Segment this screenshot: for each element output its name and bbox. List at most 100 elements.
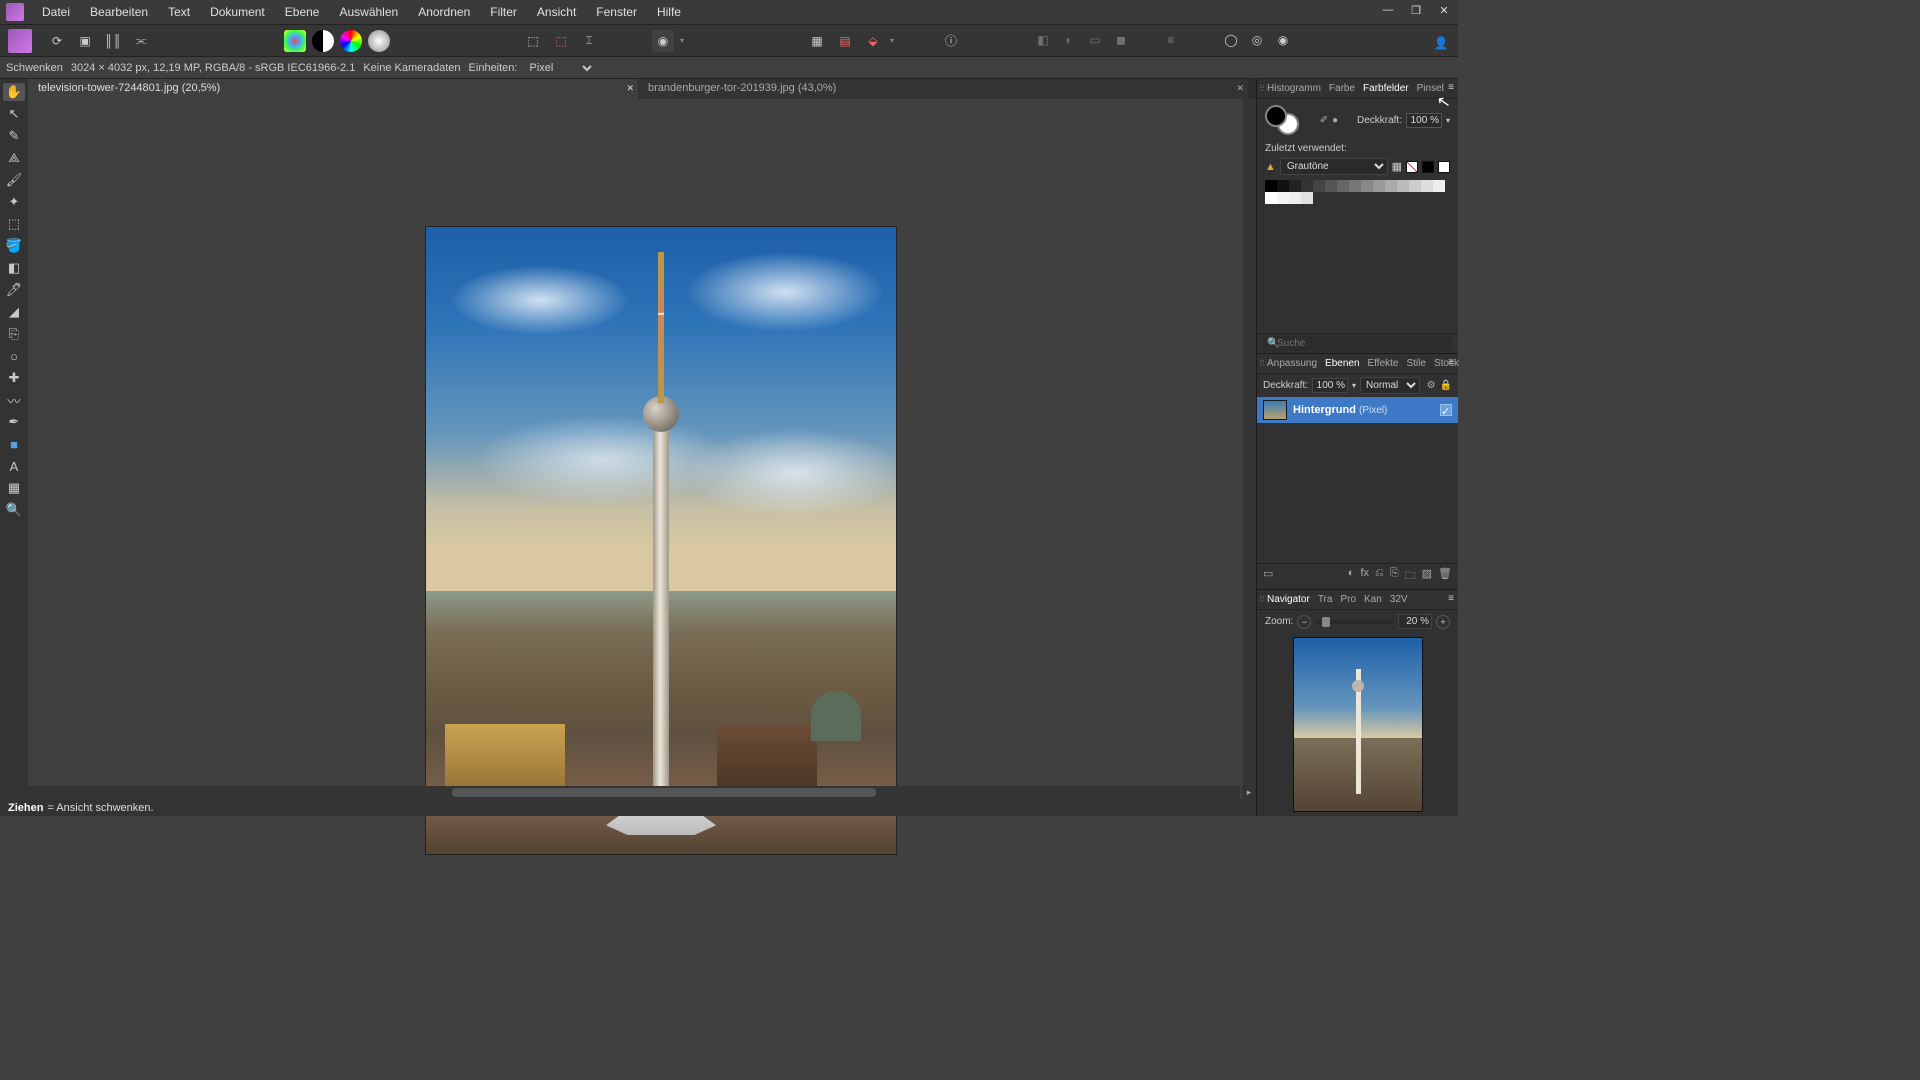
gear-icon[interactable]: ⚙ (1427, 380, 1436, 391)
persona-tone-icon[interactable]: ◼ (1110, 29, 1132, 51)
close-icon[interactable]: ✕ (626, 83, 634, 94)
tab-protocol[interactable]: Pro (1340, 594, 1356, 605)
layer-opacity-input[interactable] (1312, 378, 1348, 393)
zoom-out-button[interactable]: − (1297, 615, 1311, 629)
tab-styles[interactable]: Stile (1406, 358, 1425, 369)
close-icon[interactable]: ✕ (1236, 83, 1244, 94)
swatch[interactable] (1361, 180, 1373, 192)
info-icon[interactable]: ⓘ (940, 30, 962, 52)
menu-datei[interactable]: Datei (32, 1, 80, 23)
chevron-down-icon[interactable]: ▾ (1446, 116, 1450, 125)
panel-menu-icon[interactable]: ≡ (1448, 357, 1454, 368)
dodge-icon[interactable]: ○ (3, 347, 25, 365)
blend-mode-select[interactable]: Normal (1360, 377, 1420, 394)
search-input[interactable] (1263, 336, 1452, 351)
healing-icon[interactable]: ✚ (3, 369, 25, 387)
tab-histogram[interactable]: Histogramm (1267, 83, 1321, 94)
grid-icon[interactable]: ▦ (806, 30, 828, 52)
colorpicker-icon[interactable]: ✎ (3, 127, 25, 145)
brush-icon[interactable]: 🖊 (3, 281, 25, 299)
swatch[interactable] (1397, 180, 1409, 192)
cursor-text-icon[interactable]: ⌶ (578, 30, 600, 52)
swatch[interactable] (1337, 180, 1349, 192)
scrollbar-horizontal[interactable] (28, 786, 1240, 799)
none-swatch[interactable] (1406, 161, 1418, 173)
pen-tool-icon[interactable]: ✒ (3, 413, 25, 431)
marquee-tool-icon[interactable]: ⬚ (3, 215, 25, 233)
persona-icon[interactable] (8, 29, 32, 53)
eyedropper-icon[interactable]: ✐ (1320, 115, 1328, 126)
align-icon[interactable]: ≡ (1160, 29, 1182, 51)
layer-mask-icon[interactable]: ▭ (1263, 567, 1273, 586)
marquee-icon[interactable]: ⬚ (522, 30, 544, 52)
menu-auswählen[interactable]: Auswählen (329, 1, 408, 23)
units-select[interactable]: Pixel (525, 61, 595, 75)
panel-menu-icon[interactable]: ≡ (1448, 593, 1454, 604)
eraser-icon[interactable]: ◢ (3, 303, 25, 321)
zoom-tool-icon[interactable]: 🔍 (3, 501, 25, 519)
layer-crop-icon[interactable]: ⎌ (1375, 567, 1384, 586)
waveform-icon[interactable]: ║║ (102, 30, 124, 52)
grid-icon[interactable]: ▦ (1392, 160, 1402, 173)
window-maximize[interactable]: ❐ (1402, 0, 1430, 20)
menu-ansicht[interactable]: Ansicht (527, 1, 586, 23)
layer-visible-checkbox[interactable]: ✓ (1440, 404, 1452, 416)
swatch[interactable] (1313, 180, 1325, 192)
scroll-right-icon[interactable]: ▸ (1242, 786, 1256, 799)
tab-adjustment[interactable]: Anpassung (1267, 358, 1317, 369)
dot-icon[interactable]: ● (1332, 115, 1338, 126)
fg-bg-color[interactable] (1265, 105, 1301, 135)
grid-red-icon[interactable]: ▤ (834, 30, 856, 52)
menu-bearbeiten[interactable]: Bearbeiten (80, 1, 158, 23)
layer-delete-icon[interactable]: 🗑 (1438, 567, 1452, 586)
scrollbar-vertical[interactable] (1243, 99, 1256, 786)
cube-icon[interactable]: ▣ (74, 30, 96, 52)
clone-icon[interactable]: ⎘ (3, 325, 25, 343)
persona-liquify-icon[interactable]: ◐ (1058, 29, 1080, 51)
mesh-icon[interactable]: ▦ (3, 479, 25, 497)
swatch[interactable] (1301, 192, 1313, 204)
circle3-icon[interactable]: ◉ (1272, 29, 1294, 51)
tab-32v[interactable]: 32V (1390, 594, 1408, 605)
layer-link-icon[interactable]: ⎘ (1390, 567, 1399, 586)
layer-folder-icon[interactable]: 🗀 (1405, 567, 1416, 586)
persona-crop-icon[interactable]: ◧ (1032, 29, 1054, 51)
document-tab[interactable]: television-tower-7244801.jpg (20,5%) ✕ (28, 79, 638, 99)
selection-brush-icon[interactable]: 🖌 (3, 171, 25, 189)
palette-select[interactable]: Grautöne (1280, 158, 1388, 175)
swatch[interactable] (1277, 192, 1289, 204)
circle2-icon[interactable]: ◎ (1246, 29, 1268, 51)
menu-dokument[interactable]: Dokument (200, 1, 275, 23)
chevron-down-icon[interactable]: ▾ (1352, 381, 1356, 390)
layer-row[interactable]: Hintergrund (Pixel) ✓ (1257, 397, 1458, 423)
menu-hilfe[interactable]: Hilfe (647, 1, 691, 23)
swatch[interactable] (1349, 180, 1361, 192)
share-icon[interactable]: ⫘ (130, 30, 152, 52)
marquee-x-icon[interactable]: ⬚ (550, 30, 572, 52)
bucket-icon[interactable]: 🪣 (3, 237, 25, 255)
swatch[interactable] (1433, 180, 1445, 192)
hand-tool-icon[interactable]: ✋ (3, 83, 25, 101)
flood-select-icon[interactable]: ✦ (3, 193, 25, 211)
shape-tool-icon[interactable]: ■ (3, 435, 25, 453)
move-tool-icon[interactable]: ↖ (3, 105, 25, 123)
crop-tool-icon[interactable]: ⟁ (3, 149, 25, 167)
grip-icon[interactable]: ⠿ (1259, 595, 1265, 604)
quickmask-icon[interactable]: ◉ (652, 30, 674, 52)
window-minimize[interactable]: — (1374, 0, 1402, 20)
sphere-icon[interactable] (368, 30, 390, 52)
swatch[interactable] (1325, 180, 1337, 192)
layer-add-icon[interactable]: ▧ (1422, 567, 1432, 586)
color-wheel-icon[interactable] (284, 30, 306, 52)
tab-swatches[interactable]: Farbfelder (1363, 83, 1409, 94)
menu-fenster[interactable]: Fenster (586, 1, 647, 23)
swatch[interactable] (1265, 192, 1277, 204)
tab-effects[interactable]: Effekte (1368, 358, 1399, 369)
swatch[interactable] (1289, 192, 1301, 204)
opacity-input[interactable] (1406, 113, 1442, 128)
menu-anordnen[interactable]: Anordnen (408, 1, 480, 23)
gradient-icon[interactable]: ◧ (3, 259, 25, 277)
tab-navigator[interactable]: Navigator (1267, 594, 1310, 605)
swatch[interactable] (1301, 180, 1313, 192)
text-tool-icon[interactable]: A (3, 457, 25, 475)
